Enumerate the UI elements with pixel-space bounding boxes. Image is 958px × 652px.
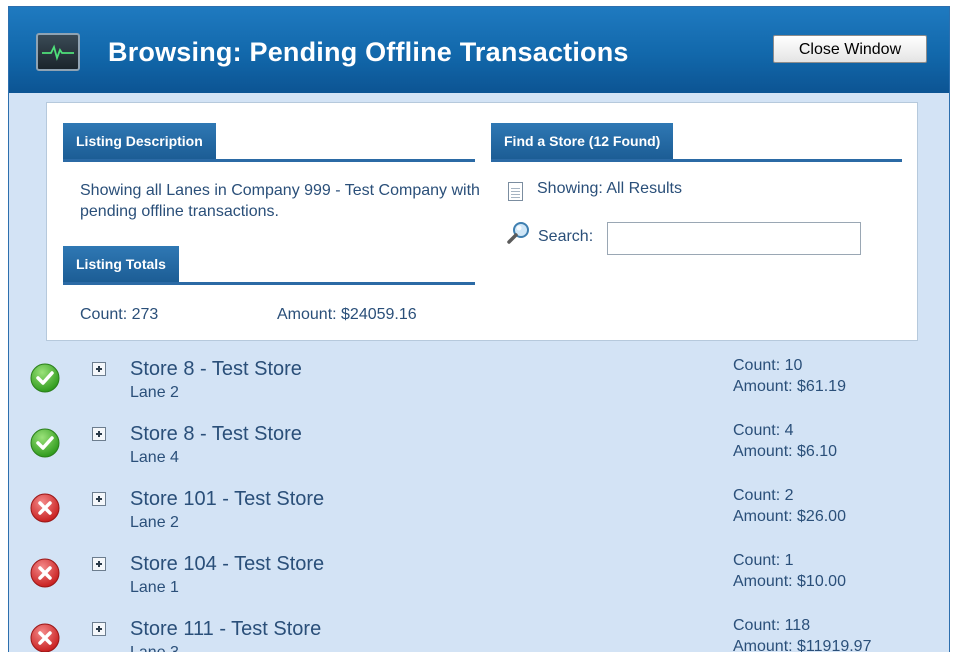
store-name[interactable]: Store 101 - Test Store xyxy=(130,488,324,511)
title-bar: Browsing: Pending Offline Transactions C… xyxy=(9,7,949,93)
expand-icon[interactable] xyxy=(92,492,106,506)
row-amount: Amount: $11919.97 xyxy=(733,638,872,652)
listing-totals-header: Listing Totals xyxy=(63,246,179,282)
divider xyxy=(63,282,475,285)
heartbeat-monitor-icon xyxy=(36,33,80,71)
close-window-button[interactable]: Close Window xyxy=(773,35,927,63)
row-count: Count: 1 xyxy=(733,552,794,569)
document-icon xyxy=(508,182,523,201)
store-name[interactable]: Store 8 - Test Store xyxy=(130,423,302,446)
expand-icon[interactable] xyxy=(92,362,106,376)
list-item: Store 8 - Test Store Lane 4 Count: 4 Amo… xyxy=(9,417,949,482)
showing-results-link[interactable]: Showing: All Results xyxy=(537,180,682,198)
list-item: Store 101 - Test Store Lane 2 Count: 2 A… xyxy=(9,482,949,547)
lane-label: Lane 4 xyxy=(130,449,179,466)
divider xyxy=(491,159,902,162)
find-store-header: Find a Store (12 Found) xyxy=(491,123,674,159)
list-item: Store 8 - Test Store Lane 2 Count: 10 Am… xyxy=(9,352,949,417)
store-name[interactable]: Store 111 - Test Store xyxy=(130,618,321,641)
total-amount: Amount: $24059.16 xyxy=(277,306,417,323)
list-item: Store 104 - Test Store Lane 1 Count: 1 A… xyxy=(9,547,949,612)
store-name[interactable]: Store 8 - Test Store xyxy=(130,358,302,381)
listing-description-text: Showing all Lanes in Company 999 - Test … xyxy=(80,182,480,220)
row-amount: Amount: $10.00 xyxy=(733,573,846,590)
row-amount: Amount: $61.19 xyxy=(733,378,846,395)
info-panel: Listing Description Showing all Lanes in… xyxy=(46,102,918,341)
listing-description-header: Listing Description xyxy=(63,123,216,159)
lane-label: Lane 2 xyxy=(130,384,179,401)
search-label: Search: xyxy=(538,228,594,245)
store-name[interactable]: Store 104 - Test Store xyxy=(130,553,324,576)
lane-label: Lane 2 xyxy=(130,514,179,531)
row-amount: Amount: $6.10 xyxy=(733,443,838,460)
expand-icon[interactable] xyxy=(92,622,106,636)
list-item: Store 111 - Test Store Lane 3 Count: 118… xyxy=(9,612,949,652)
expand-icon[interactable] xyxy=(92,557,106,571)
lane-label: Lane 3 xyxy=(130,644,179,652)
row-count: Count: 4 xyxy=(733,422,794,439)
search-input[interactable] xyxy=(607,222,861,255)
total-count: Count: 273 xyxy=(80,306,159,323)
error-x-icon xyxy=(30,558,60,588)
row-amount: Amount: $26.00 xyxy=(733,508,846,525)
error-x-icon xyxy=(30,493,60,523)
expand-icon[interactable] xyxy=(92,427,106,441)
magnifier-icon xyxy=(507,222,529,244)
row-count: Count: 118 xyxy=(733,617,811,634)
lane-label: Lane 1 xyxy=(130,579,179,596)
divider xyxy=(63,159,475,162)
row-count: Count: 10 xyxy=(733,357,803,374)
checkmark-icon xyxy=(30,428,60,458)
row-count: Count: 2 xyxy=(733,487,794,504)
dialog-window: Browsing: Pending Offline Transactions C… xyxy=(8,6,950,652)
error-x-icon xyxy=(30,623,60,652)
checkmark-icon xyxy=(30,363,60,393)
window-title: Browsing: Pending Offline Transactions xyxy=(108,37,629,67)
